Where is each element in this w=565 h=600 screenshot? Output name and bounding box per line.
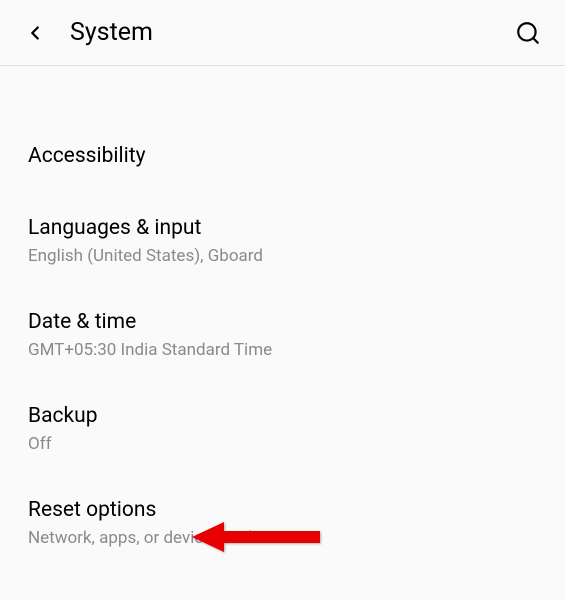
settings-item-title: Reset options [28, 498, 537, 522]
settings-item-subtitle: English (United States), Gboard [28, 246, 537, 266]
settings-item-backup[interactable]: Backup Off [0, 382, 565, 476]
settings-item-accessibility[interactable]: Accessibility [0, 122, 565, 194]
settings-item-languages[interactable]: Languages & input English (United States… [0, 194, 565, 288]
settings-item-title: Backup [28, 404, 537, 428]
app-header: System [0, 0, 565, 66]
settings-item-reset[interactable]: Reset options Network, apps, or device c… [0, 476, 565, 570]
page-title: System [70, 18, 153, 47]
settings-item-subtitle: Network, apps, or device can be reset [28, 528, 537, 548]
settings-item-subtitle: GMT+05:30 India Standard Time [28, 340, 537, 360]
settings-item-title: Date & time [28, 310, 537, 334]
header-left: System [24, 18, 153, 47]
search-icon [515, 20, 541, 46]
settings-item-subtitle: Off [28, 434, 537, 454]
settings-item-datetime[interactable]: Date & time GMT+05:30 India Standard Tim… [0, 288, 565, 382]
settings-list: Accessibility Languages & input English … [0, 66, 565, 570]
search-button[interactable] [515, 20, 541, 46]
settings-item-title: Accessibility [28, 144, 537, 168]
back-button[interactable] [24, 22, 46, 44]
back-icon [24, 22, 46, 44]
settings-item-title: Languages & input [28, 216, 537, 240]
